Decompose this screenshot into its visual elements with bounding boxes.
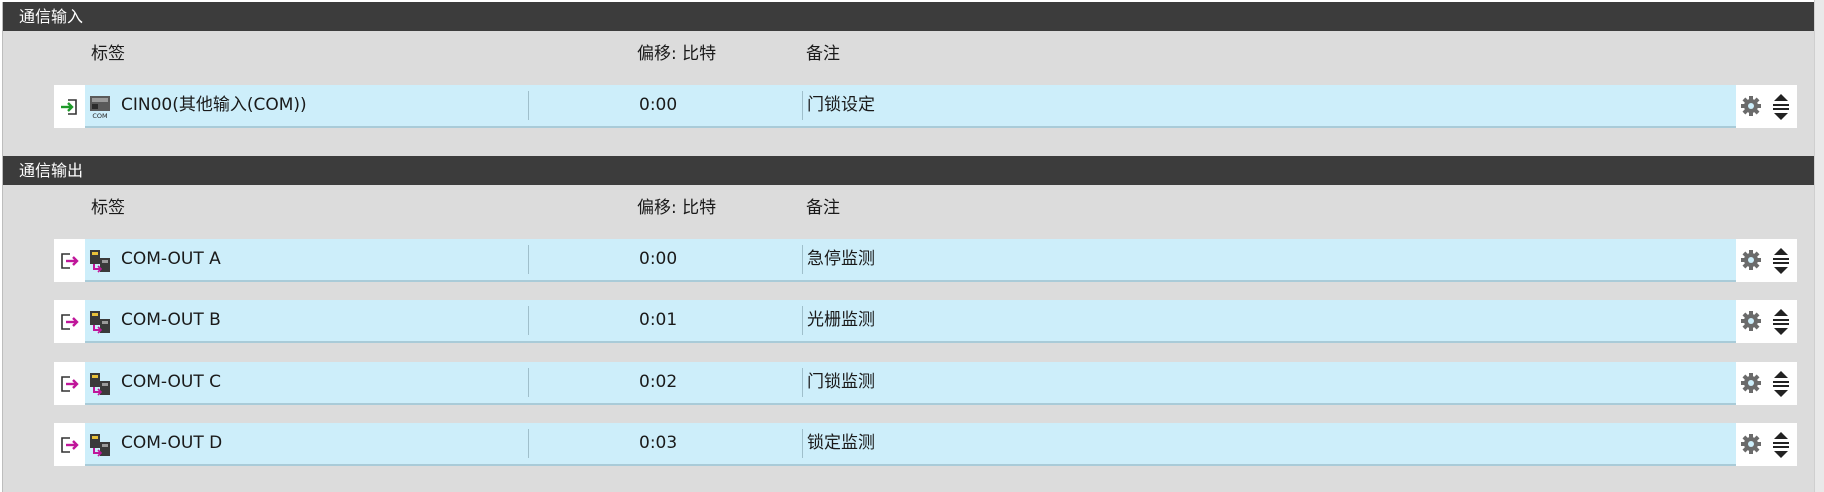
com-device-icon: COM	[90, 96, 110, 119]
reorder-icon[interactable]	[1771, 92, 1791, 122]
row-label: COM-OUT D	[121, 433, 223, 453]
output-arrow-icon	[61, 437, 79, 453]
input-row[interactable]: COM CIN00(其他输入(COM)) 0:00 门锁设定	[54, 85, 1797, 128]
gear-icon[interactable]	[1740, 310, 1762, 332]
gear-icon[interactable]	[1740, 433, 1762, 455]
column-header-offset: 偏移: 比特	[637, 198, 717, 218]
row-note: 光栅监测	[807, 310, 875, 330]
vertical-scrollbar[interactable]	[1814, 0, 1824, 492]
column-divider	[528, 245, 529, 274]
reorder-icon[interactable]	[1771, 307, 1791, 337]
io-panel: 通信输入 标签 偏移: 比特 备注 COM CIN00(其他输入(COM)) 0…	[2, 2, 1814, 492]
row-label: COM-OUT B	[121, 310, 221, 330]
output-arrow-icon	[61, 376, 79, 392]
row-offset: 0:01	[639, 310, 678, 330]
row-band	[85, 362, 1736, 405]
reorder-icon[interactable]	[1771, 369, 1791, 399]
output-arrow-icon	[61, 253, 79, 269]
section-header-input: 通信输入	[3, 2, 1814, 31]
row-offset: 0:02	[639, 372, 678, 392]
column-divider	[802, 429, 803, 458]
input-arrow-icon	[61, 99, 77, 115]
svg-text:COM: COM	[92, 112, 107, 119]
com-out-module-icon	[90, 311, 110, 334]
column-divider	[528, 368, 529, 397]
reorder-icon[interactable]	[1771, 430, 1791, 460]
column-divider	[528, 306, 529, 335]
row-band	[85, 423, 1736, 466]
column-divider	[802, 245, 803, 274]
column-header-note: 备注	[806, 198, 840, 218]
output-row[interactable]: COM-OUT B 0:01 光栅监测	[54, 300, 1797, 343]
section-header-output: 通信输出	[3, 156, 1814, 185]
row-offset: 0:00	[639, 95, 678, 115]
row-note: 急停监测	[807, 249, 875, 269]
row-band	[85, 300, 1736, 343]
column-header-offset: 偏移: 比特	[637, 44, 717, 64]
row-band	[85, 239, 1736, 282]
column-divider	[802, 368, 803, 397]
row-offset: 0:03	[639, 433, 678, 453]
com-out-module-icon	[90, 373, 110, 396]
row-label: COM-OUT A	[121, 249, 221, 269]
column-divider	[528, 91, 529, 120]
column-header-note: 备注	[806, 44, 840, 64]
row-note: 门锁监测	[807, 372, 875, 392]
column-divider	[528, 429, 529, 458]
column-divider	[802, 91, 803, 120]
gear-icon[interactable]	[1740, 372, 1762, 394]
gear-icon[interactable]	[1740, 95, 1762, 117]
com-out-module-icon	[90, 250, 110, 273]
row-band	[85, 85, 1736, 128]
gear-icon[interactable]	[1740, 249, 1762, 271]
output-arrow-icon	[61, 314, 79, 330]
output-row[interactable]: COM-OUT C 0:02 门锁监测	[54, 362, 1797, 405]
reorder-icon[interactable]	[1771, 246, 1791, 276]
row-note: 门锁设定	[807, 95, 875, 115]
column-header-label: 标签	[91, 44, 125, 64]
row-label: COM-OUT C	[121, 372, 222, 392]
output-row[interactable]: COM-OUT D 0:03 锁定监测	[54, 423, 1797, 466]
column-divider	[802, 306, 803, 335]
row-offset: 0:00	[639, 249, 678, 269]
com-out-module-icon	[90, 434, 110, 457]
row-label: CIN00(其他输入(COM))	[121, 95, 307, 115]
column-header-label: 标签	[91, 198, 125, 218]
row-note: 锁定监测	[807, 433, 875, 453]
output-row[interactable]: COM-OUT A 0:00 急停监测	[54, 239, 1797, 282]
